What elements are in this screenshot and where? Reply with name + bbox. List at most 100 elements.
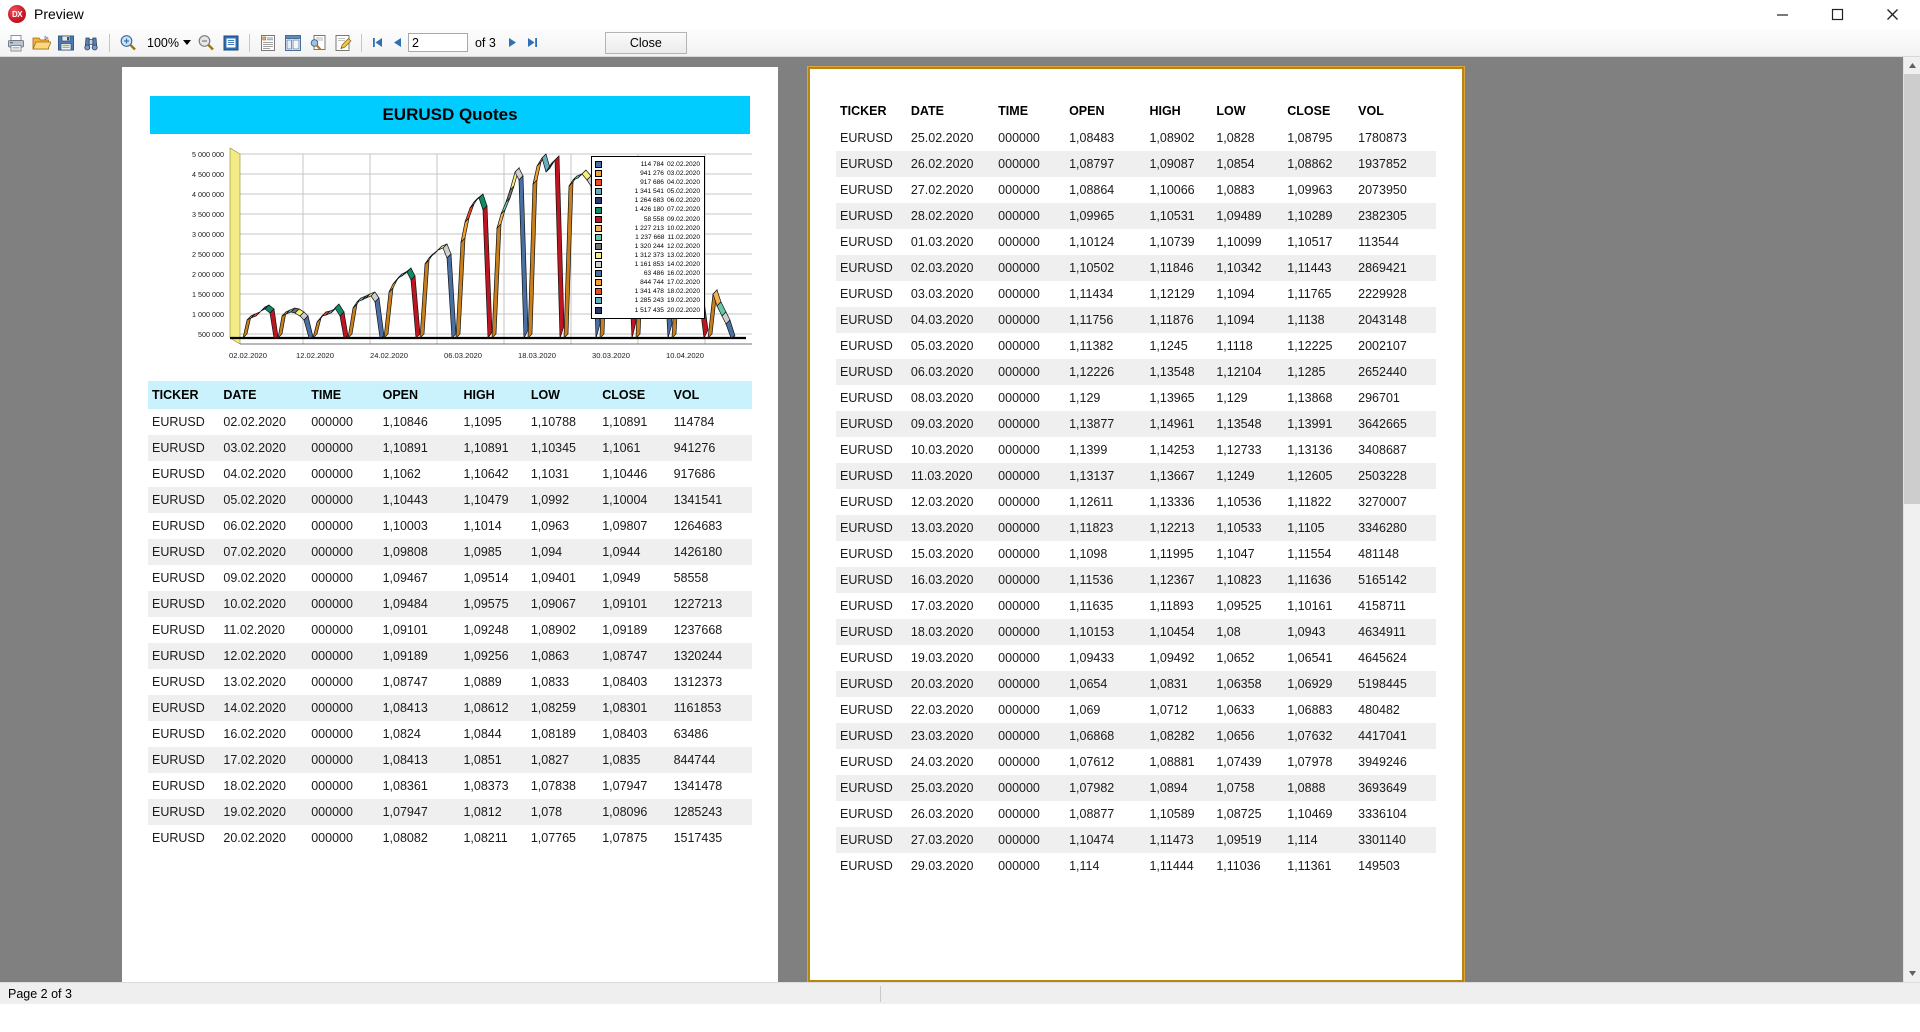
table-row[interactable]: EURUSD 22.03.2020 000000 1,069 1,0712 1,0633 1… (836, 697, 1436, 723)
zoom-in-icon[interactable] (116, 31, 140, 55)
page-setup-icon[interactable] (306, 31, 330, 55)
zoom-level-combo[interactable]: 100% (141, 33, 193, 53)
table-row[interactable]: EURUSD 20.02.2020 000000 1,08082 1,08211 1,07… (148, 825, 752, 851)
table-row[interactable]: EURUSD 10.02.2020 000000 1,09484 1,09575 1,09… (148, 591, 752, 617)
col-header-open[interactable]: OPEN (1065, 97, 1142, 125)
cell-low: 1,10342 (1216, 261, 1262, 275)
col-header-low[interactable]: LOW (526, 381, 599, 409)
table-row[interactable]: EURUSD 16.03.2020 000000 1,11536 1,12367 1,10… (836, 567, 1436, 593)
preview-vertical-scrollbar[interactable] (1903, 57, 1920, 982)
table-row[interactable]: EURUSD 03.03.2020 000000 1,11434 1,12129 1,10… (836, 281, 1436, 307)
table-row[interactable]: EURUSD 26.03.2020 000000 1,08877 1,10589 1,08… (836, 801, 1436, 827)
save-icon[interactable] (54, 31, 78, 55)
table-row[interactable]: EURUSD 17.02.2020 000000 1,08413 1,0851 1,082… (148, 747, 752, 773)
maximize-button[interactable] (1810, 0, 1865, 29)
col-header-high[interactable]: HIGH (455, 381, 527, 409)
table-row[interactable]: EURUSD 02.02.2020 000000 1,10846 1,1095 1,107… (148, 409, 752, 435)
col-header-ticker[interactable]: TICKER (148, 381, 220, 409)
col-header-open[interactable]: OPEN (378, 381, 456, 409)
table-row[interactable]: EURUSD 25.02.2020 000000 1,08483 1,08902 1,08… (836, 125, 1436, 151)
table-row[interactable]: EURUSD 25.03.2020 000000 1,07982 1,0894 1,075… (836, 775, 1436, 801)
cell-ticker: EURUSD (840, 469, 893, 483)
table-row[interactable]: EURUSD 17.03.2020 000000 1,11635 1,11893 1,09… (836, 593, 1436, 619)
find-binoculars-icon[interactable] (79, 31, 103, 55)
cell-low: 1,12104 (1216, 365, 1262, 379)
table-row[interactable]: EURUSD 18.03.2020 000000 1,10153 1,10454 1,08… (836, 619, 1436, 645)
open-folder-icon[interactable] (29, 31, 53, 55)
cell-high: 1,09514 (463, 571, 509, 585)
cell-low: 1,0656 (1216, 729, 1255, 743)
page-number-input[interactable] (407, 33, 468, 52)
scroll-up-arrow-icon[interactable] (1904, 57, 1920, 74)
table-row[interactable]: EURUSD 13.03.2020 000000 1,11823 1,12213 1,10… (836, 515, 1436, 541)
col-header-date[interactable]: DATE (219, 381, 308, 409)
table-row[interactable]: EURUSD 12.03.2020 000000 1,12611 1,13336 1,10… (836, 489, 1436, 515)
svg-text:06.03.2020: 06.03.2020 (444, 351, 482, 360)
col-header-vol[interactable]: VOL (1354, 97, 1436, 125)
two-page-icon[interactable] (281, 31, 305, 55)
table-row[interactable]: EURUSD 14.02.2020 000000 1,08413 1,08612 1,08… (148, 695, 752, 721)
table-row[interactable]: EURUSD 16.02.2020 000000 1,0824 1,0844 1,0818… (148, 721, 752, 747)
col-header-vol[interactable]: VOL (669, 381, 752, 409)
zoom-out-icon[interactable] (194, 31, 218, 55)
table-row[interactable]: EURUSD 28.02.2020 000000 1,09965 1,10531 1,09… (836, 203, 1436, 229)
table-row[interactable]: EURUSD 09.03.2020 000000 1,13877 1,14961 1,13… (836, 411, 1436, 437)
table-row[interactable]: EURUSD 27.03.2020 000000 1,10474 1,11473 1,09… (836, 827, 1436, 853)
table-row[interactable]: EURUSD 19.03.2020 000000 1,09433 1,09492 1,06… (836, 645, 1436, 671)
legend-item: 1 161 853 14.02.2020 (595, 260, 700, 269)
table-row[interactable]: EURUSD 27.02.2020 000000 1,08864 1,10066 1,08… (836, 177, 1436, 203)
table-row[interactable]: EURUSD 18.02.2020 000000 1,08361 1,08373 1,07… (148, 773, 752, 799)
table-row[interactable]: EURUSD 19.02.2020 000000 1,07947 1,0812 1,078… (148, 799, 752, 825)
table-row[interactable]: EURUSD 02.03.2020 000000 1,10502 1,11846 1,10… (836, 255, 1436, 281)
legend-date: 14.02.2020 (666, 261, 700, 269)
col-header-date[interactable]: DATE (906, 97, 995, 125)
table-row[interactable]: EURUSD 01.03.2020 000000 1,10124 1,10739 1,10… (836, 229, 1436, 255)
col-header-ticker[interactable]: TICKER (836, 97, 907, 125)
cell-open: 1,08413 (382, 753, 428, 767)
scroll-down-arrow-icon[interactable] (1904, 965, 1920, 982)
table-row[interactable]: EURUSD 20.03.2020 000000 1,0654 1,0831 1,0635… (836, 671, 1436, 697)
table-row[interactable]: EURUSD 23.03.2020 000000 1,06868 1,08282 1,06… (836, 723, 1436, 749)
fit-page-icon[interactable] (219, 31, 243, 55)
next-page-button[interactable] (503, 32, 522, 54)
col-header-time[interactable]: TIME (994, 97, 1066, 125)
table-row[interactable]: EURUSD 04.02.2020 000000 1,1062 1,10642 1,103… (148, 461, 752, 487)
edit-icon[interactable] (331, 31, 355, 55)
table-row[interactable]: EURUSD 24.03.2020 000000 1,07612 1,08881 1,07… (836, 749, 1436, 775)
close-preview-button[interactable]: Close (604, 31, 687, 54)
table-row[interactable]: EURUSD 05.02.2020 000000 1,10443 1,10479 1,09… (148, 487, 752, 513)
previous-page-button[interactable] (388, 32, 407, 54)
scrollbar-thumb[interactable] (1904, 74, 1920, 504)
table-row[interactable]: EURUSD 10.03.2020 000000 1,1399 1,14253 1,127… (836, 437, 1436, 463)
preview-page-left[interactable]: EURUSD Quotes 5 000 000 4 500 000 4 000 … (122, 67, 778, 982)
col-header-close[interactable]: CLOSE (1283, 97, 1355, 125)
table-row[interactable]: EURUSD 04.03.2020 000000 1,11756 1,11876 1,10… (836, 307, 1436, 333)
table-row[interactable]: EURUSD 05.03.2020 000000 1,11382 1,1245 1,111… (836, 333, 1436, 359)
print-icon[interactable] (4, 31, 28, 55)
close-window-button[interactable] (1865, 0, 1920, 29)
table-row[interactable]: EURUSD 03.02.2020 000000 1,10891 1,10891 1,10… (148, 435, 752, 461)
col-header-close[interactable]: CLOSE (598, 381, 670, 409)
col-header-high[interactable]: HIGH (1141, 97, 1213, 125)
single-page-icon[interactable] (256, 31, 280, 55)
table-row[interactable]: EURUSD 15.03.2020 000000 1,1098 1,11995 1,104… (836, 541, 1436, 567)
minimize-button[interactable] (1755, 0, 1810, 29)
chevron-down-icon[interactable] (182, 40, 191, 45)
last-page-button[interactable] (523, 32, 542, 54)
table-row[interactable]: EURUSD 08.03.2020 000000 1,129 1,13965 1,129 1… (836, 385, 1436, 411)
first-page-button[interactable] (368, 32, 387, 54)
table-row[interactable]: EURUSD 11.02.2020 000000 1,09101 1,09248 1,08… (148, 617, 752, 643)
table-row[interactable]: EURUSD 06.03.2020 000000 1,12226 1,13548 1,12… (836, 359, 1436, 385)
table-row[interactable]: EURUSD 13.02.2020 000000 1,08747 1,0889 1,083… (148, 669, 752, 695)
table-row[interactable]: EURUSD 12.02.2020 000000 1,09189 1,09256 1,08… (148, 643, 752, 669)
cell-time: 000000 (998, 677, 1040, 691)
col-header-low[interactable]: LOW (1212, 97, 1284, 125)
table-row[interactable]: EURUSD 06.02.2020 000000 1,10003 1,1014 1,096… (148, 513, 752, 539)
table-row[interactable]: EURUSD 26.02.2020 000000 1,08797 1,09087 1,08… (836, 151, 1436, 177)
table-row[interactable]: EURUSD 09.02.2020 000000 1,09467 1,09514 1,09… (148, 565, 752, 591)
col-header-time[interactable]: TIME (307, 381, 379, 409)
preview-page-right[interactable]: TICKER DATE TIME OPEN HIGH LOW CLOSE VOL… (807, 66, 1465, 982)
table-row[interactable]: EURUSD 07.02.2020 000000 1,09808 1,0985 1,094… (148, 539, 752, 565)
table-row[interactable]: EURUSD 11.03.2020 000000 1,13137 1,13667 1,12… (836, 463, 1436, 489)
table-row[interactable]: EURUSD 29.03.2020 000000 1,114 1,11444 1,1103… (836, 853, 1436, 879)
